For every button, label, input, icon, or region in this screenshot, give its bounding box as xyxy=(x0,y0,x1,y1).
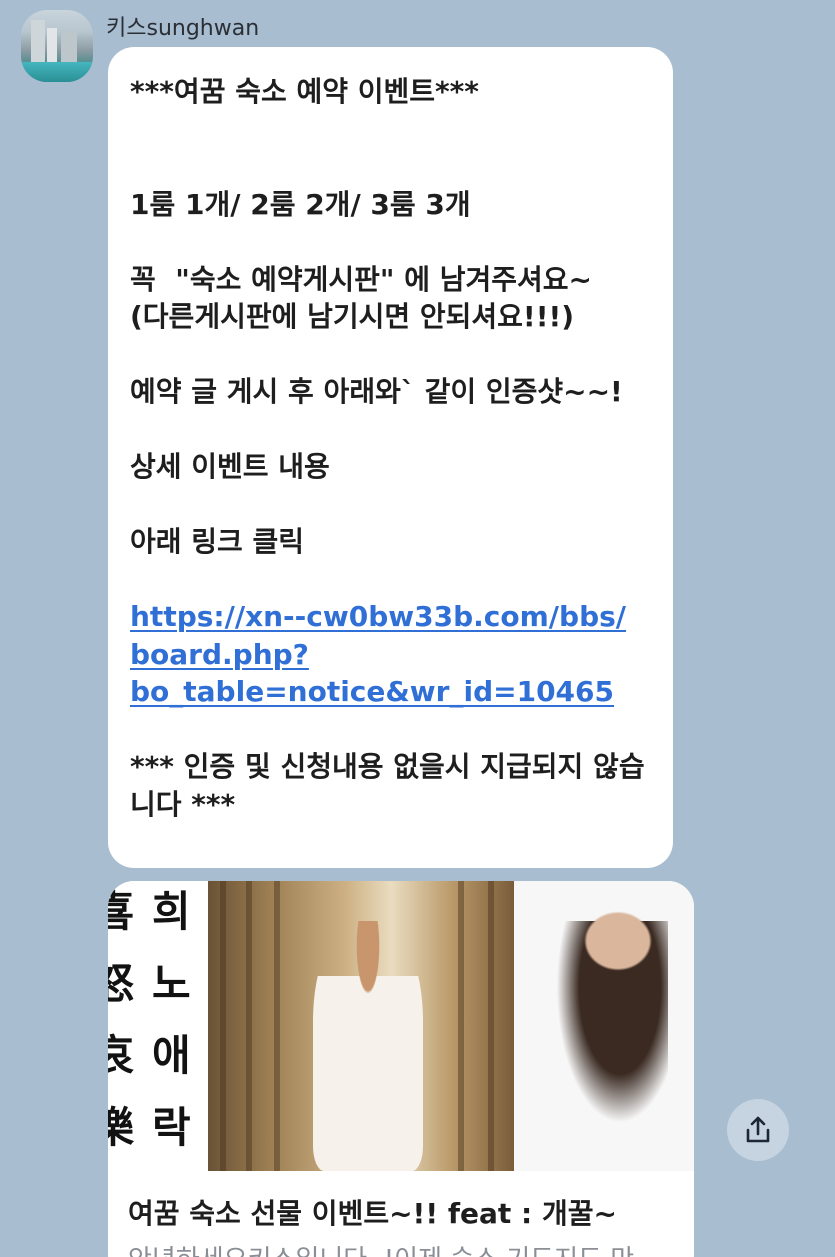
message-gap xyxy=(130,561,653,599)
message-gap xyxy=(130,486,653,524)
message-gap xyxy=(130,411,653,449)
link-preview-card[interactable]: 喜 怒 哀 樂 희 노 애 락 여꿈 숙소 선물 이벤트~!! feat : 개… xyxy=(108,881,694,1257)
message-line: 예약 글 게시 후 아래와` 같이 인증샷~~! xyxy=(130,375,623,408)
photo-face xyxy=(578,906,658,976)
calligraphy-char: 락 xyxy=(152,1103,191,1152)
message-line: 1룸 1개/ 2룸 2개/ 3룸 3개 xyxy=(130,187,471,221)
bamboo-stalk xyxy=(220,881,226,1171)
bamboo-stalk xyxy=(246,881,252,1171)
share-icon xyxy=(746,1116,770,1143)
bamboo-stalk xyxy=(488,881,494,1171)
message-line: 아래 링크 클릭 xyxy=(130,525,305,558)
avatar-building xyxy=(31,20,45,62)
message-line: 니다 *** xyxy=(130,787,236,821)
message-bubble[interactable]: ***여꿈 숙소 예약 이벤트*** 1룸 1개/ 2룸 2개/ 3룸 3개 꼭… xyxy=(108,47,673,868)
message-gap xyxy=(130,148,653,186)
message-gap xyxy=(130,111,653,149)
calligraphy-char: 喜 xyxy=(108,887,135,936)
calligraphy-char: 怒 xyxy=(108,959,135,1008)
message-line: (다른게시판에 남기시면 안되셔요!!!) xyxy=(130,300,575,333)
preview-title: 여꿈 숙소 선물 이벤트~!! feat : 개꿀~ xyxy=(128,1197,617,1230)
preview-image[interactable]: 喜 怒 哀 樂 희 노 애 락 xyxy=(108,881,694,1171)
message-line: ***여꿈 숙소 예약 이벤트*** xyxy=(130,75,479,108)
message-line: 꼭 "숙소 예약게시판" 에 남겨주셔요~ xyxy=(130,262,593,296)
event-link[interactable]: board.php? xyxy=(130,636,653,674)
share-button[interactable] xyxy=(727,1099,789,1161)
bamboo-stalk xyxy=(274,881,280,1171)
message-line: 상세 이벤트 내용 xyxy=(130,450,330,483)
calligraphy-char: 樂 xyxy=(108,1103,135,1152)
calligraphy-char: 哀 xyxy=(108,1031,135,1080)
message-gap xyxy=(130,336,653,374)
photo-figure xyxy=(313,921,423,1171)
message-gap xyxy=(130,711,653,749)
message-line: *** 인증 및 신청내용 없을시 지급되지 않습 xyxy=(130,750,645,783)
avatar-building xyxy=(47,28,57,62)
sender-name: 키스sunghwan xyxy=(106,16,260,41)
event-link[interactable]: https://xn--cw0bw33b.com/bbs/ xyxy=(130,598,653,636)
calligraphy-char: 희 xyxy=(152,887,191,936)
preview-description: 안녕하세요키스입니다. !이제 숙소 기도지도 만 xyxy=(128,1239,634,1257)
calligraphy-char: 애 xyxy=(152,1031,191,1080)
avatar-building xyxy=(61,32,77,62)
calligraphy-char: 노 xyxy=(152,959,191,1008)
avatar[interactable] xyxy=(21,10,93,82)
event-link[interactable]: bo_table=notice&wr_id=10465 xyxy=(130,673,653,711)
avatar-pool xyxy=(21,62,93,82)
bamboo-stalk xyxy=(458,881,464,1171)
message-gap xyxy=(130,223,653,261)
